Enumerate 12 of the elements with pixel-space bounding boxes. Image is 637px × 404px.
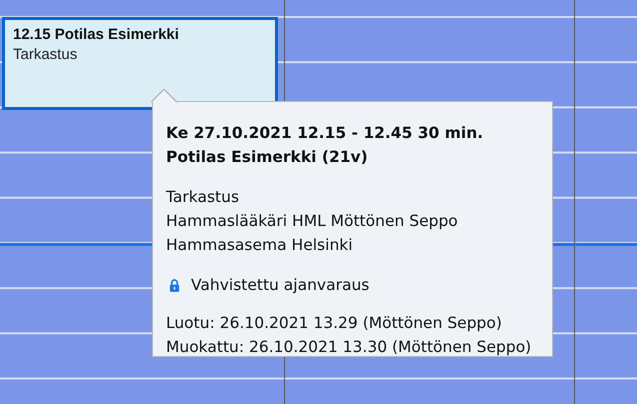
tooltip-heading: Ke 27.10.2021 12.15 - 12.45 30 min. — [166, 123, 484, 144]
history-text: Luotu: 26.10.2021 13.29 (Möttönen Seppo) — [166, 313, 502, 334]
history-text: Muokattu: 26.10.2021 13.30 (Möttönen Seppo) — [166, 337, 532, 358]
detail-text: Tarkastus — [166, 187, 240, 208]
lock-icon — [169, 278, 180, 292]
appointment-card[interactable]: 12.15 Potilas Esimerkki Tarkastus — [2, 17, 278, 110]
detail-text: Hammasasema Helsinki — [166, 235, 353, 256]
appointment-title: 12.15 Potilas Esimerkki — [13, 25, 180, 45]
detail-text: Hammaslääkäri HML Möttönen Seppo — [166, 211, 458, 232]
status-text: Vahvistettu ajanvaraus — [191, 275, 370, 296]
appointment-type: Tarkastus — [13, 45, 78, 65]
tooltip-heading: Potilas Esimerkki (21v) — [166, 147, 368, 168]
